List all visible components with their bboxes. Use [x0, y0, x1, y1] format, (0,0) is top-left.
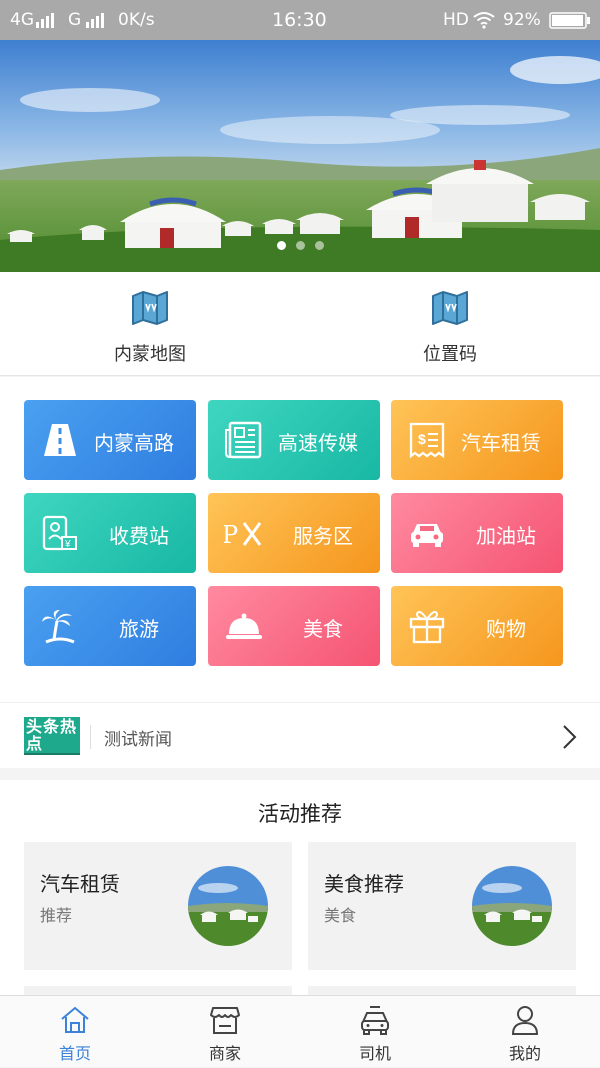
quick-link-label: 内蒙地图 — [114, 344, 186, 365]
activity-card[interactable]: 汽车租赁 推荐 — [24, 842, 292, 970]
svg-text:¥: ¥ — [64, 539, 71, 550]
cloche-icon — [226, 613, 262, 639]
card-thumbnail — [188, 866, 268, 946]
battery-icon — [549, 12, 590, 29]
tile-travel[interactable]: 旅游 — [24, 586, 196, 666]
tile-label: 美食 — [303, 617, 343, 641]
card-thumbnail — [472, 866, 552, 946]
service-grid: 内蒙高路 高速传媒 $ 汽车租赁 ¥ 收费站 P 服务区 加油站 旅游 美食 购… — [0, 377, 600, 702]
carousel-dot[interactable] — [295, 241, 305, 250]
headline-logo-text: 头条热点 — [26, 717, 78, 753]
user-icon — [511, 1006, 539, 1035]
tile-label: 旅游 — [119, 617, 159, 641]
svg-text:$: $ — [418, 431, 426, 447]
tab-label: 司机 — [358, 1044, 391, 1063]
carousel-dot[interactable] — [276, 241, 286, 250]
newspaper-icon — [225, 421, 262, 459]
shop-icon — [210, 1007, 240, 1034]
news-ticker[interactable]: 头条热点 测试新闻 — [0, 702, 600, 768]
activities-section: 活动推荐 汽车租赁 推荐 美食推荐 美食 — [0, 780, 600, 1006]
carousel-dot[interactable] — [314, 241, 324, 250]
tile-label: 服务区 — [293, 524, 353, 548]
status-bar: 4G G 0K/s 16:30 HD 92% — [0, 0, 600, 40]
card-subtitle: 美食 — [324, 906, 357, 925]
tab-label: 首页 — [58, 1044, 91, 1063]
divider — [90, 725, 91, 749]
car-icon — [361, 1006, 389, 1035]
tab-label: 我的 — [508, 1044, 541, 1063]
tile-shopping[interactable]: 购物 — [391, 586, 563, 666]
toll-icon: ¥ — [42, 515, 77, 551]
activity-card[interactable]: 美食推荐 美食 — [308, 842, 576, 970]
wifi-icon — [473, 12, 495, 29]
tile-highway[interactable]: 内蒙高路 — [24, 400, 196, 480]
tile-label: 汽车租赁 — [461, 431, 541, 455]
network-label: 4G — [10, 10, 34, 30]
palm-tree-icon — [42, 610, 75, 644]
tab-home[interactable]: 首页 — [0, 996, 150, 1068]
tile-label: 高速传媒 — [278, 431, 358, 455]
map-icon — [132, 291, 168, 325]
carousel-dots — [0, 235, 600, 254]
tile-toll-station[interactable]: ¥ 收费站 — [24, 493, 196, 573]
signal-icon — [36, 13, 54, 28]
tile-gas-station[interactable]: 加油站 — [391, 493, 563, 573]
tab-drivers[interactable]: 司机 — [300, 996, 450, 1068]
quick-link-label: 位置码 — [423, 344, 477, 365]
speed-label: 0K/s — [118, 10, 155, 30]
tile-food[interactable]: 美食 — [208, 586, 380, 666]
tab-profile[interactable]: 我的 — [450, 996, 600, 1068]
battery-percent: 92% — [503, 10, 541, 30]
clock: 16:30 — [272, 9, 327, 31]
chevron-right-icon[interactable] — [560, 723, 578, 751]
hd-label: HD — [443, 10, 469, 30]
network2-label: G — [68, 10, 82, 30]
road-icon — [44, 424, 76, 456]
car-icon — [411, 524, 443, 547]
quick-link-map[interactable]: 内蒙地图 — [0, 272, 300, 376]
home-icon — [61, 1006, 89, 1033]
tile-car-rental[interactable]: $ 汽车租赁 — [391, 400, 563, 480]
quick-link-location-code[interactable]: 位置码 — [300, 272, 600, 376]
gift-icon — [409, 610, 445, 644]
tile-label: 加油站 — [476, 524, 536, 548]
card-subtitle: 推荐 — [40, 906, 73, 925]
tab-merchants[interactable]: 商家 — [150, 996, 300, 1068]
tile-label: 收费站 — [109, 524, 169, 548]
tile-label: 购物 — [486, 617, 526, 641]
bottom-tab-bar: 首页 商家 司机 我的 — [0, 995, 600, 1067]
section-title: 活动推荐 — [258, 802, 342, 826]
receipt-icon: $ — [409, 422, 445, 459]
svg-text:P: P — [224, 521, 238, 549]
map-icon — [432, 291, 468, 325]
signal-icon — [86, 13, 104, 28]
tab-label: 商家 — [208, 1044, 241, 1063]
service-area-icon: P — [224, 521, 262, 549]
tile-media[interactable]: 高速传媒 — [208, 400, 380, 480]
tile-label: 内蒙高路 — [94, 431, 174, 455]
quick-links: 内蒙地图 位置码 — [0, 272, 600, 376]
card-title: 美食推荐 — [324, 872, 404, 896]
tile-service-area[interactable]: P 服务区 — [208, 493, 380, 573]
card-title: 汽车租赁 — [40, 872, 120, 896]
banner-carousel[interactable] — [0, 40, 600, 272]
news-headline[interactable]: 测试新闻 — [104, 725, 172, 750]
